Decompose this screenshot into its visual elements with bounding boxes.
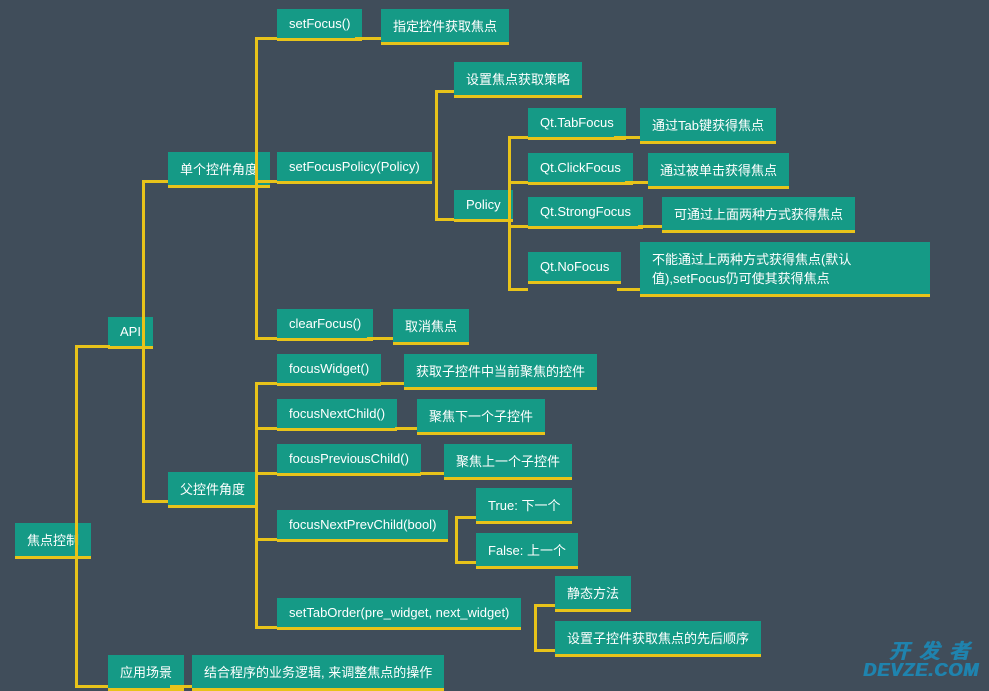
connector xyxy=(255,626,277,629)
node-setfocuspolicy-desc: 设置焦点获取策略 xyxy=(454,62,582,98)
node-strongfocus: Qt.StrongFocus xyxy=(528,197,643,229)
connector xyxy=(455,516,476,519)
node-clearfocus-desc: 取消焦点 xyxy=(393,309,469,345)
connector xyxy=(508,225,528,228)
connector xyxy=(75,345,110,348)
connector xyxy=(508,288,528,291)
connector xyxy=(420,472,444,475)
connector xyxy=(617,288,640,291)
node-root: 焦点控制 xyxy=(15,523,91,559)
connector xyxy=(380,382,404,385)
node-strongfocus-desc: 可通过上面两种方式获得焦点 xyxy=(662,197,855,233)
watermark: 开发者 DEVZE.COM xyxy=(863,635,979,681)
connector xyxy=(395,427,417,430)
connector xyxy=(255,382,277,385)
node-api: API xyxy=(108,317,153,349)
connector xyxy=(255,37,277,40)
connector xyxy=(455,561,476,564)
connector xyxy=(355,37,381,40)
node-focuswidget: focusWidget() xyxy=(277,354,381,386)
node-focuspreviouschild-desc: 聚焦上一个子控件 xyxy=(444,444,572,480)
connector xyxy=(508,136,528,139)
connector xyxy=(534,649,555,652)
node-setfocus: setFocus() xyxy=(277,9,362,41)
connector xyxy=(508,136,511,291)
node-settaborder-desc1: 静态方法 xyxy=(555,576,631,612)
node-nofocus: Qt.NoFocus xyxy=(528,252,621,284)
connector xyxy=(75,345,78,688)
node-focuspreviouschild: focusPreviousChild() xyxy=(277,444,421,476)
connector xyxy=(625,181,648,184)
node-clickfocus-desc: 通过被单击获得焦点 xyxy=(648,153,789,189)
node-clickfocus: Qt.ClickFocus xyxy=(528,153,633,185)
node-tabfocus-desc: 通过Tab键获得焦点 xyxy=(640,108,776,144)
node-focusnextprevchild: focusNextPrevChild(bool) xyxy=(277,510,448,542)
connector xyxy=(435,90,438,218)
connector xyxy=(255,538,277,541)
node-policy: Policy xyxy=(454,190,513,222)
node-settaborder-desc2: 设置子控件获取焦点的先后顺序 xyxy=(555,621,761,657)
connector xyxy=(435,218,454,221)
node-settaborder: setTabOrder(pre_widget, next_widget) xyxy=(277,598,521,630)
node-setfocuspolicy: setFocusPolicy(Policy) xyxy=(277,152,432,184)
connector xyxy=(367,337,393,340)
node-scene-desc: 结合程序的业务逻辑, 来调整焦点的操作 xyxy=(192,655,444,691)
connector xyxy=(255,37,258,337)
node-parent: 父控件角度 xyxy=(168,472,257,508)
connector xyxy=(255,382,258,626)
connector xyxy=(75,685,108,688)
connector xyxy=(435,90,454,93)
connector xyxy=(455,516,458,561)
watermark-en: DEVZE.COM xyxy=(863,660,979,681)
node-focusnextchild-desc: 聚焦下一个子控件 xyxy=(417,399,545,435)
node-fnp-true: True: 下一个 xyxy=(476,488,572,524)
connector xyxy=(255,180,277,183)
node-nofocus-desc: 不能通过上两种方式获得焦点(默认值),setFocus仍可使其获得焦点 xyxy=(640,242,930,297)
node-focusnextchild: focusNextChild() xyxy=(277,399,397,431)
connector xyxy=(534,604,537,649)
connector xyxy=(508,181,528,184)
connector xyxy=(142,180,145,503)
connector xyxy=(142,500,168,503)
node-setfocus-desc: 指定控件获取焦点 xyxy=(381,9,509,45)
connector xyxy=(255,337,277,340)
connector xyxy=(255,427,277,430)
connector xyxy=(534,604,555,607)
connector xyxy=(170,685,192,688)
node-clearfocus: clearFocus() xyxy=(277,309,373,341)
connector xyxy=(255,472,277,475)
node-fnp-false: False: 上一个 xyxy=(476,533,578,569)
node-tabfocus: Qt.TabFocus xyxy=(528,108,626,140)
connector xyxy=(142,180,168,183)
connector xyxy=(614,136,640,139)
connector xyxy=(638,225,662,228)
node-focuswidget-desc: 获取子控件中当前聚焦的控件 xyxy=(404,354,597,390)
